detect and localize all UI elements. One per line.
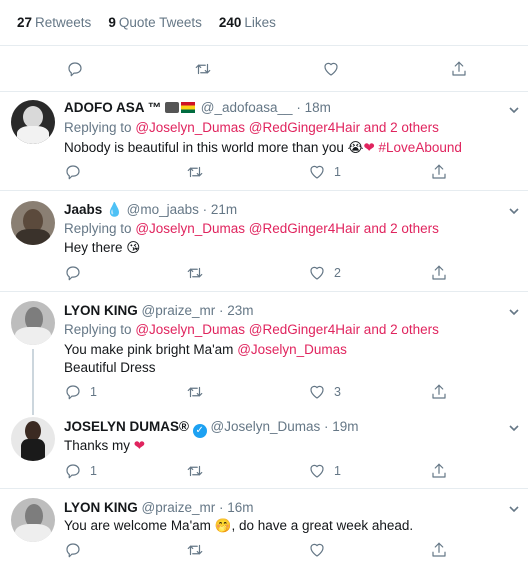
share-icon[interactable] xyxy=(430,264,448,282)
shy-emoji-icon: 🤭 xyxy=(214,518,232,533)
handle[interactable]: @Joselyn_Dumas xyxy=(211,419,321,434)
chevron-down-icon[interactable] xyxy=(508,205,520,217)
tweet-stats: 27 Retweets 9 Quote Tweets 240 Likes xyxy=(0,0,528,46)
retweets-stat[interactable]: 27 Retweets xyxy=(17,15,91,30)
like-icon[interactable] xyxy=(322,60,340,78)
reply-icon[interactable] xyxy=(64,163,82,181)
reply-tweet[interactable]: ADOFO ASA ™ @_adofoasa__ · 18m Replying … xyxy=(0,92,528,191)
replying-to: Replying to @Joselyn_Dumas @RedGinger4Ha… xyxy=(64,120,439,135)
replying-to: Replying to @Joselyn_Dumas @RedGinger4Ha… xyxy=(64,322,439,337)
retweet-icon[interactable] xyxy=(186,541,204,559)
display-name[interactable]: LYON KING xyxy=(64,500,138,515)
avatar[interactable] xyxy=(11,201,55,245)
retweet-icon[interactable] xyxy=(186,462,204,480)
chevron-down-icon[interactable] xyxy=(508,306,520,318)
hashtag[interactable]: #LoveAbound xyxy=(379,140,462,155)
chevron-down-icon[interactable] xyxy=(508,503,520,515)
like-count: 1 xyxy=(334,165,341,179)
retweet-icon[interactable] xyxy=(194,60,212,78)
reply-icon[interactable] xyxy=(66,60,84,78)
mention-link[interactable]: @Joselyn_Dumas xyxy=(237,342,347,357)
like-icon[interactable] xyxy=(308,383,326,401)
verified-badge-icon: ✓ xyxy=(192,424,207,438)
thread-line xyxy=(32,349,34,409)
replying-to-links[interactable]: @Joselyn_Dumas @RedGinger4Hair and 2 oth… xyxy=(135,120,439,135)
reply-icon[interactable] xyxy=(64,541,82,559)
kiss-emoji-icon: 😘 xyxy=(126,240,141,255)
share-icon[interactable] xyxy=(430,383,448,401)
timestamp[interactable]: · 19m xyxy=(324,419,359,434)
tweet-text: Nobody is beautiful in this world more t… xyxy=(64,140,462,155)
reply-count: 1 xyxy=(90,385,97,399)
replying-to: Replying to @Joselyn_Dumas @RedGinger4Ha… xyxy=(64,221,439,236)
author-line: JOSELYN DUMAS® ✓ @Joselyn_Dumas · 19m xyxy=(64,419,359,438)
chevron-down-icon[interactable] xyxy=(508,104,520,116)
reply-icon[interactable] xyxy=(64,462,82,480)
author-line: LYON KING @praize_mr · 16m xyxy=(64,500,254,515)
author-line: LYON KING @praize_mr · 23m xyxy=(64,303,254,318)
tweet-text: You make pink bright Ma'am @Joselyn_Duma… xyxy=(64,342,347,357)
tweet-text: Thanks my ❤ xyxy=(64,438,146,453)
tweet-text: You are welcome Ma'am 🤭, do have a great… xyxy=(64,518,414,533)
handle[interactable]: @praize_mr xyxy=(142,303,216,318)
author-line: ADOFO ASA ™ @_adofoasa__ · 18m xyxy=(64,100,331,115)
timestamp[interactable]: · 23m xyxy=(219,303,254,318)
retweet-icon[interactable] xyxy=(186,383,204,401)
like-icon[interactable] xyxy=(308,541,326,559)
quote-tweets-stat[interactable]: 9 Quote Tweets xyxy=(108,15,202,30)
avatar[interactable] xyxy=(11,301,55,345)
handle[interactable]: @_adofoasa__ xyxy=(201,100,293,115)
share-icon[interactable] xyxy=(450,60,468,78)
avatar[interactable] xyxy=(11,100,55,144)
share-icon[interactable] xyxy=(430,462,448,480)
reply-tweet[interactable]: JOSELYN DUMAS® ✓ @Joselyn_Dumas · 19m Th… xyxy=(0,409,528,489)
reply-tweet[interactable]: LYON KING @praize_mr · 23m Replying to @… xyxy=(0,293,528,409)
thread-line xyxy=(32,409,34,415)
reply-tweet[interactable]: Jaabs 💧 @mo_jaabs · 21m Replying to @Jos… xyxy=(0,192,528,292)
main-tweet-actions xyxy=(0,46,528,92)
share-icon[interactable] xyxy=(430,541,448,559)
likes-stat[interactable]: 240 Likes xyxy=(219,15,276,30)
reply-icon[interactable] xyxy=(64,264,82,282)
like-count: 1 xyxy=(334,464,341,478)
avatar[interactable] xyxy=(11,417,55,461)
reply-tweet[interactable]: LYON KING @praize_mr · 16m You are welco… xyxy=(0,490,528,571)
droplet-emoji-icon: 💧 xyxy=(106,202,123,217)
replying-to-links[interactable]: @Joselyn_Dumas @RedGinger4Hair and 2 oth… xyxy=(135,322,439,337)
timestamp[interactable]: · 16m xyxy=(219,500,254,515)
display-name[interactable]: Jaabs xyxy=(64,202,102,217)
like-icon[interactable] xyxy=(308,163,326,181)
like-count: 2 xyxy=(334,266,341,280)
reply-count: 1 xyxy=(90,464,97,478)
emoji-flags xyxy=(165,101,197,113)
author-line: Jaabs 💧 @mo_jaabs · 21m xyxy=(64,202,237,218)
display-name[interactable]: LYON KING xyxy=(64,303,138,318)
retweet-icon[interactable] xyxy=(186,264,204,282)
display-name[interactable]: JOSELYN DUMAS® xyxy=(64,419,189,434)
like-count: 3 xyxy=(334,385,341,399)
heart-emoji-icon: ❤ xyxy=(133,438,146,453)
share-icon[interactable] xyxy=(430,163,448,181)
handle[interactable]: @praize_mr xyxy=(142,500,216,515)
timestamp[interactable]: · 18m xyxy=(296,100,331,115)
tweet-text: Hey there 😘 xyxy=(64,240,141,255)
heart-emoji-icon: ❤ xyxy=(363,140,375,155)
chevron-down-icon[interactable] xyxy=(508,422,520,434)
handle[interactable]: @mo_jaabs xyxy=(127,202,199,217)
retweet-icon[interactable] xyxy=(186,163,204,181)
like-icon[interactable] xyxy=(308,264,326,282)
avatar[interactable] xyxy=(11,498,55,542)
crying-emoji-icon: 😭 xyxy=(347,140,364,155)
like-icon[interactable] xyxy=(308,462,326,480)
replying-to-links[interactable]: @Joselyn_Dumas @RedGinger4Hair and 2 oth… xyxy=(135,221,439,236)
tweet-text-line2: Beautiful Dress xyxy=(64,360,156,375)
display-name[interactable]: ADOFO ASA ™ xyxy=(64,100,161,115)
timestamp[interactable]: · 21m xyxy=(203,202,238,217)
reply-icon[interactable] xyxy=(64,383,82,401)
